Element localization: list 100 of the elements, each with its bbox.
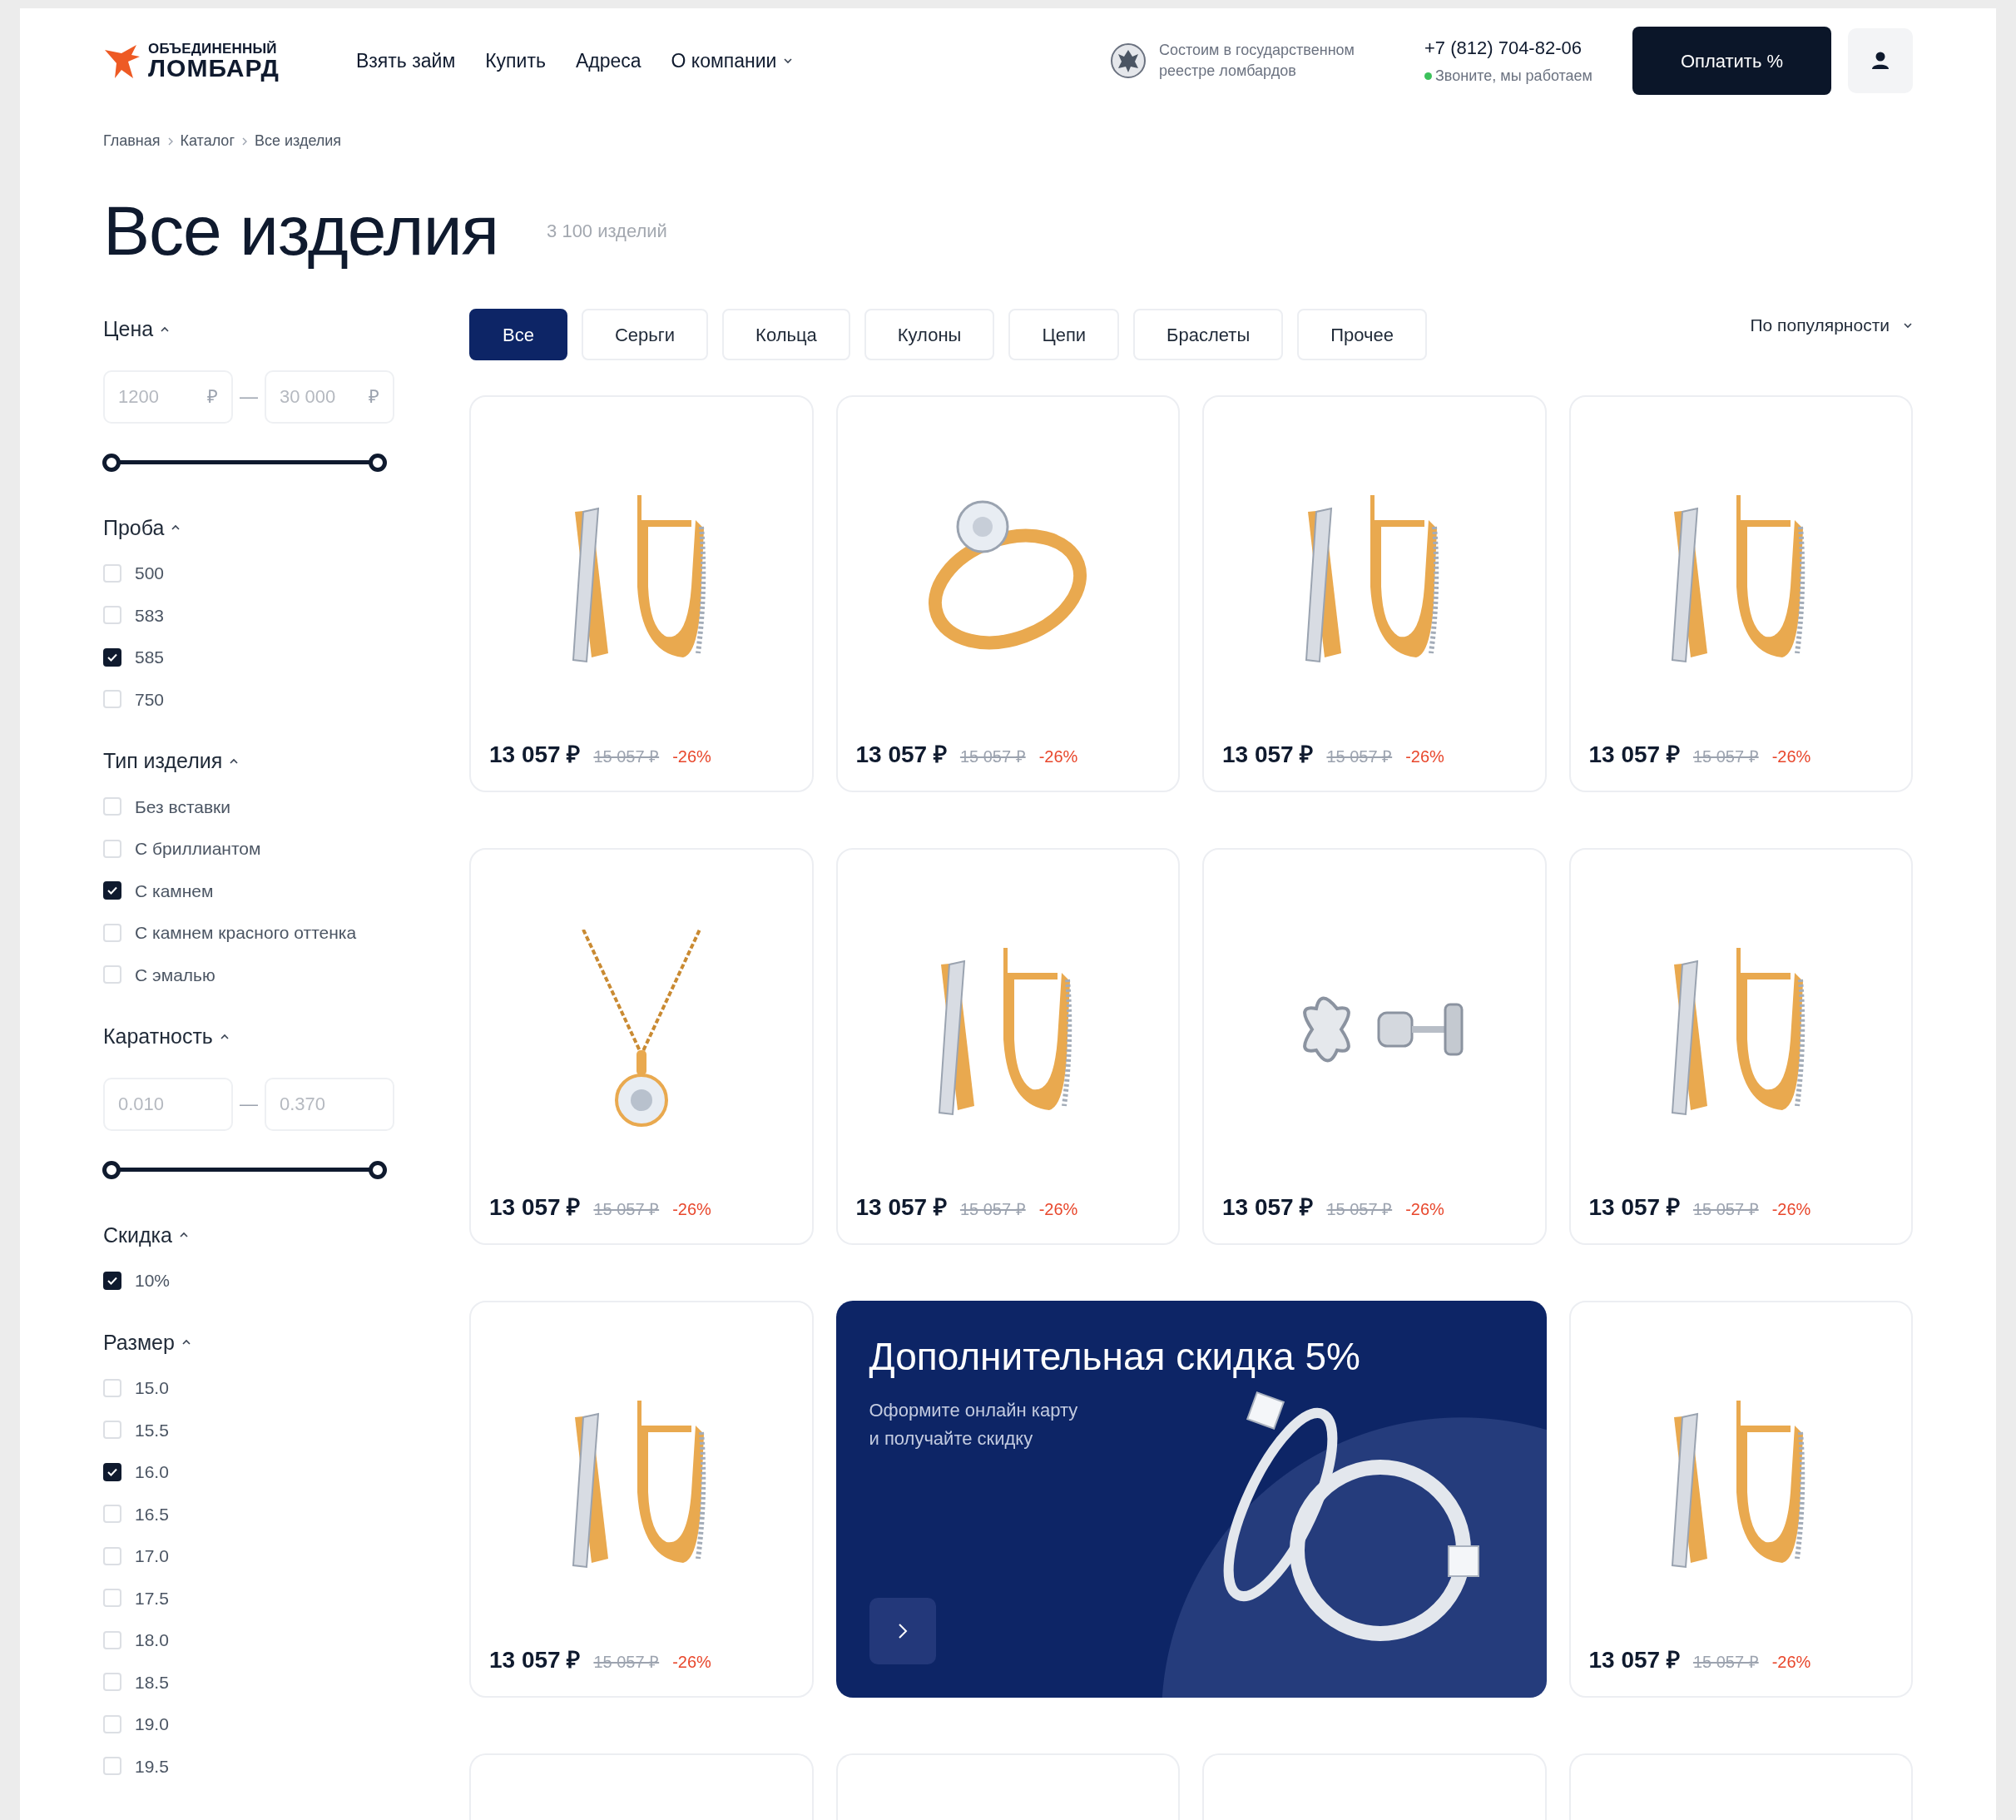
old-price: 15 057 ₽ bbox=[1692, 746, 1759, 767]
checkmark-icon bbox=[107, 652, 117, 662]
checkbox[interactable] bbox=[103, 1271, 121, 1290]
filter-heading[interactable]: Размер bbox=[103, 1327, 191, 1358]
pay-button[interactable]: Оплатить % bbox=[1632, 27, 1831, 95]
checkbox-label: 15.0 bbox=[135, 1377, 169, 1399]
range-field[interactable]: 0.010 bbox=[103, 1077, 233, 1131]
chevron-up-icon bbox=[219, 1032, 230, 1041]
product-card[interactable]: 13 057 ₽ 15 057 ₽ -26% bbox=[469, 848, 814, 1245]
discount: -26% bbox=[1038, 1199, 1078, 1220]
range-field[interactable]: 0.370 bbox=[265, 1077, 394, 1131]
category-tab[interactable]: Все bbox=[469, 309, 567, 360]
chevron-down-icon bbox=[1903, 320, 1913, 330]
range-input[interactable]: 0.010 bbox=[118, 1087, 218, 1121]
discount: -26% bbox=[672, 1652, 711, 1673]
discount: -26% bbox=[672, 746, 711, 767]
product-card[interactable]: 13 057 ₽ 15 057 ₽ -26% bbox=[1568, 395, 1913, 792]
checkbox-label: Без вставки bbox=[135, 796, 231, 818]
price: 13 057 ₽ bbox=[489, 1193, 581, 1222]
old-price: 15 057 ₽ bbox=[1326, 1199, 1393, 1220]
category-tab[interactable]: Кольца bbox=[722, 309, 850, 360]
range-input[interactable]: 0.370 bbox=[280, 1087, 379, 1121]
checkbox-label: 18.5 bbox=[135, 1671, 169, 1694]
slider-handle[interactable] bbox=[369, 453, 387, 472]
chevron-up-icon bbox=[229, 756, 240, 766]
user-button[interactable] bbox=[1848, 28, 1913, 93]
product-card[interactable]: 13 057 ₽ 15 057 ₽ -26% bbox=[835, 395, 1180, 792]
price: 13 057 ₽ bbox=[1222, 741, 1314, 769]
next-button[interactable] bbox=[869, 1598, 936, 1664]
sort-dropdown[interactable]: По популярности bbox=[1750, 312, 1913, 339]
checkbox[interactable] bbox=[103, 881, 121, 900]
nav-link[interactable]: Адреса bbox=[575, 46, 641, 76]
registry-note: Состоим в государственном реестре ломбардов bbox=[1158, 40, 1355, 81]
status-text: Звоните, мы работаем bbox=[1435, 67, 1592, 86]
user-icon bbox=[1871, 52, 1890, 70]
old-price: 15 057 ₽ bbox=[1692, 1652, 1759, 1673]
price: 13 057 ₽ bbox=[1588, 1646, 1680, 1674]
product-card[interactable]: 13 057 ₽ 15 057 ₽ -26% bbox=[469, 395, 814, 792]
checkbox-label: 17.5 bbox=[135, 1587, 169, 1609]
checkbox-label: 15.5 bbox=[135, 1419, 169, 1441]
checkmark-icon bbox=[107, 886, 117, 895]
category-tab[interactable]: Серьги bbox=[581, 309, 709, 360]
filter-heading[interactable]: Проба bbox=[103, 512, 181, 543]
promo-banner[interactable]: Дополнительная скидка 5% Оформите онлайн карту и получайте скидку bbox=[835, 1301, 1547, 1698]
checkbox-label: 500 bbox=[135, 563, 165, 584]
product-card[interactable]: 13 057 ₽ 15 057 ₽ -26% bbox=[1202, 395, 1547, 792]
breadcrumb-current: Все изделия bbox=[254, 131, 342, 151]
nav-link[interactable]: Взять займ bbox=[355, 46, 456, 76]
product-card[interactable]: 13 057 ₽ 15 057 ₽ -26% bbox=[1568, 848, 1913, 1245]
filter-heading[interactable]: Тип изделия bbox=[103, 746, 240, 777]
checkbox-label: 16.5 bbox=[135, 1503, 169, 1525]
nav-link[interactable]: Купить bbox=[485, 46, 546, 76]
product-card[interactable]: 13 057 ₽ 15 057 ₽ -26% bbox=[1568, 1301, 1913, 1698]
breadcrumb-link[interactable]: Главная bbox=[103, 130, 161, 152]
slider-handle[interactable] bbox=[369, 1160, 387, 1179]
chevron-right-icon bbox=[240, 136, 248, 146]
category-tab[interactable]: Цепи bbox=[1008, 309, 1120, 360]
checkbox-label: С камнем bbox=[135, 880, 214, 902]
slider-handle[interactable] bbox=[102, 1160, 121, 1179]
product-card[interactable]: 13 057 ₽ 15 057 ₽ -26% bbox=[835, 848, 1180, 1245]
product-card[interactable]: 13 057 ₽ 15 057 ₽ -26% bbox=[1202, 848, 1547, 1245]
range-separator: — bbox=[240, 1093, 258, 1116]
nav-link[interactable]: О компании bbox=[671, 46, 794, 76]
filter-heading[interactable]: Цена bbox=[103, 314, 171, 345]
discount: -26% bbox=[1405, 1199, 1444, 1220]
discount: -26% bbox=[1771, 1199, 1811, 1220]
category-tab[interactable]: Прочее bbox=[1297, 309, 1427, 360]
phone-number: +7 (812) 704-82-06 bbox=[1424, 37, 1583, 60]
filter-heading[interactable]: Каратность bbox=[103, 1021, 230, 1053]
currency-label: ₽ bbox=[207, 385, 218, 409]
checkbox-label: С эмалью bbox=[135, 964, 215, 986]
old-price: 15 057 ₽ bbox=[593, 746, 660, 767]
category-tab[interactable]: Кулоны bbox=[864, 309, 995, 360]
old-price: 15 057 ₽ bbox=[1692, 1199, 1759, 1220]
checkbox[interactable] bbox=[103, 1462, 121, 1481]
checkmark-icon bbox=[107, 1467, 117, 1476]
price: 13 057 ₽ bbox=[1222, 1193, 1314, 1222]
checkbox-label: С бриллиантом bbox=[135, 838, 261, 860]
checkbox-label: 750 bbox=[135, 688, 165, 711]
category-tab[interactable]: Браслеты bbox=[1133, 309, 1284, 360]
item-count: 3 100 изделий bbox=[547, 219, 667, 243]
breadcrumb-link[interactable]: Каталог bbox=[180, 130, 235, 152]
slider-handle[interactable] bbox=[102, 453, 121, 472]
product-card[interactable]: 13 057 ₽ 15 057 ₽ -26% bbox=[469, 1301, 814, 1698]
price: 13 057 ₽ bbox=[489, 741, 581, 769]
range-separator: — bbox=[240, 385, 258, 409]
checkmark-icon bbox=[107, 1276, 117, 1285]
price: 13 057 ₽ bbox=[489, 1646, 581, 1674]
chevron-down-icon bbox=[783, 57, 794, 65]
checkbox-label: 19.0 bbox=[135, 1713, 169, 1735]
emblem-icon bbox=[1110, 43, 1146, 78]
discount: -26% bbox=[1405, 746, 1444, 767]
logo-text: ЛОМБАРД bbox=[148, 55, 280, 81]
range-input[interactable]: 1200 bbox=[118, 379, 207, 414]
chevron-right-icon bbox=[897, 1623, 908, 1639]
filter-heading[interactable]: Скидка bbox=[103, 1219, 189, 1251]
checkbox[interactable] bbox=[103, 647, 121, 667]
range-input[interactable]: 30 000 bbox=[280, 379, 369, 414]
checkbox-label: 583 bbox=[135, 604, 165, 627]
old-price: 15 057 ₽ bbox=[959, 1199, 1026, 1220]
